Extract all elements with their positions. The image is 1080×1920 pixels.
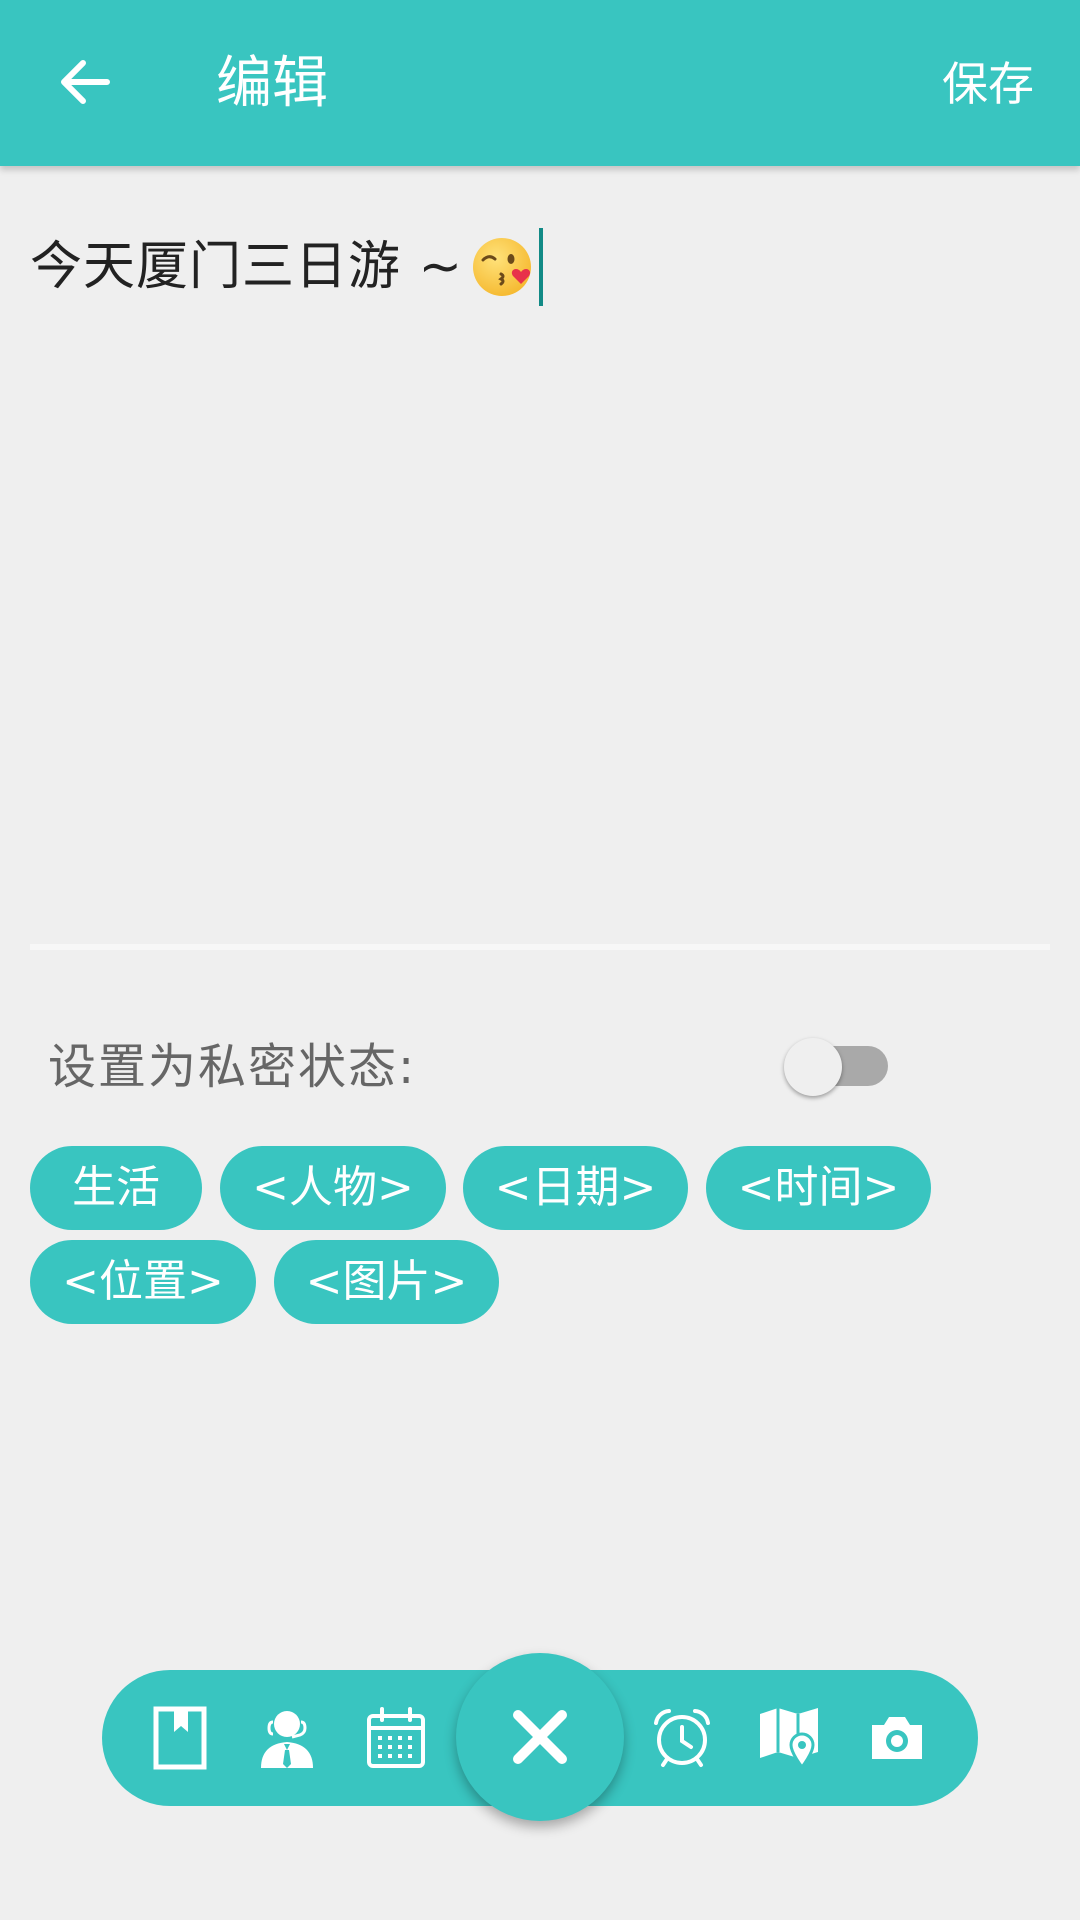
tag-life[interactable]: 生活 — [30, 1146, 202, 1230]
note-editor[interactable]: 今天厦门三日游 ~ — [30, 222, 1050, 312]
map-pin-icon — [760, 1708, 818, 1770]
person-icon — [261, 1711, 313, 1768]
back-button[interactable] — [52, 50, 116, 114]
private-status-label: 设置为私密状态: — [48, 1039, 417, 1095]
calendar-button[interactable] — [346, 1688, 446, 1788]
tag-person[interactable]: <人物> — [220, 1146, 446, 1230]
divider — [30, 944, 1050, 950]
toggle-knob — [784, 1038, 842, 1096]
tag-time[interactable]: <时间> — [706, 1146, 931, 1230]
text-cursor — [539, 228, 544, 306]
kissing-face-with-heart-emoji — [471, 234, 537, 300]
save-button[interactable]: 保存 — [942, 56, 1034, 112]
tag-date[interactable]: <日期> — [463, 1146, 688, 1230]
camera-icon — [872, 1717, 922, 1759]
close-icon — [513, 1710, 567, 1764]
close-fab-button[interactable] — [456, 1653, 624, 1821]
calendar-icon — [367, 1707, 425, 1768]
arrow-left-icon — [61, 60, 110, 104]
page-title: 编辑 — [216, 51, 328, 116]
tag-image[interactable]: <图片> — [274, 1240, 499, 1324]
map-button[interactable] — [740, 1688, 840, 1788]
note-text[interactable]: 今天厦门三日游 ~ — [30, 237, 463, 297]
top-app-bar: 编辑 保存 — [0, 0, 1080, 166]
private-status-toggle[interactable] — [784, 1034, 888, 1098]
tag-location[interactable]: <位置> — [30, 1240, 256, 1324]
alarm-button[interactable] — [632, 1688, 732, 1788]
camera-button[interactable] — [847, 1688, 947, 1788]
alarm-clock-icon — [654, 1709, 710, 1767]
edit-screen: 编辑 保存 今天厦门三日游 ~ 设置为私密状态: 生活 <人物> <日期> <时… — [0, 0, 1080, 1920]
bookmark-button[interactable] — [130, 1688, 230, 1788]
person-button[interactable] — [237, 1688, 337, 1788]
bookmark-icon — [153, 1706, 207, 1770]
